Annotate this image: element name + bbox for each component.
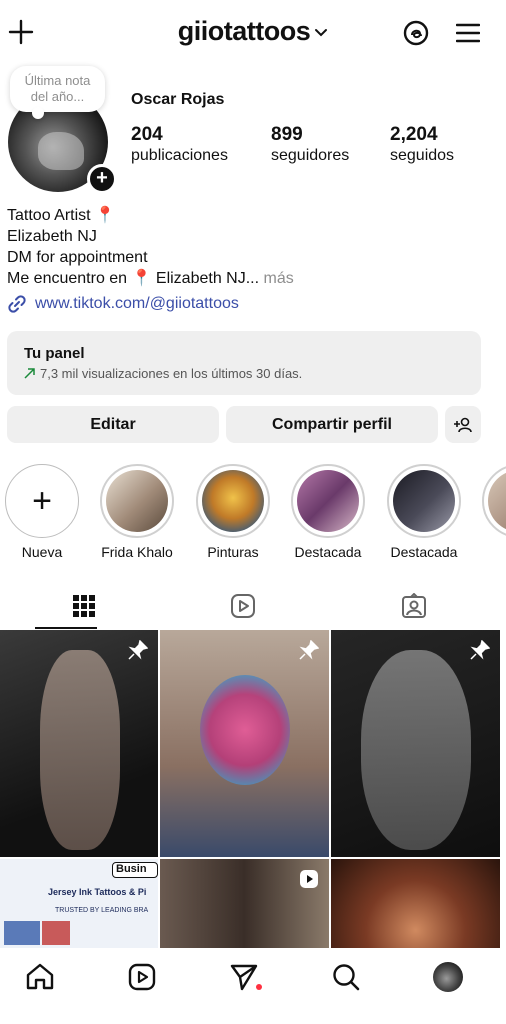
add-user-icon [454,417,472,433]
highlight-thumb [202,470,264,532]
panel-subtitle-row: 7,3 mil visualizaciones en los últimos 3… [24,366,481,381]
edit-profile-button[interactable]: Editar [7,406,219,443]
pin-icon [299,640,319,660]
highlight-ring [100,464,174,538]
highlight-label: De [482,544,506,560]
highlight-new-ring: + [5,464,79,538]
bio-line: Elizabeth NJ [7,228,97,245]
stat-value: 899 [271,124,303,145]
profile-link[interactable]: www.tiktok.com/@giiotattoos [7,294,239,314]
panel-title: Tu panel [24,345,85,362]
chevron-down-icon [315,28,328,37]
bio-line-last: Me encuentro en 📍 Elizabeth NJ... más [7,268,294,289]
bottom-navigation [0,948,506,1024]
threads-icon[interactable] [402,19,430,47]
bio-line: Me encuentro en 📍 Elizabeth NJ... [7,270,260,287]
top-header: giiotattoos [0,0,506,66]
pin-icon [470,640,490,660]
post-tile[interactable] [331,630,500,857]
tattoo-image [361,650,471,850]
add-story-icon[interactable]: + [87,164,117,194]
dashboard-panel[interactable]: Tu panel 7,3 mil visualizaciones en los … [7,331,481,395]
post-tile[interactable] [0,630,158,857]
grid-icon [73,595,95,617]
note-text: Última nota del año... [24,73,91,104]
messages-icon[interactable] [229,962,259,992]
post-photo [42,921,70,945]
tab-reels[interactable] [159,582,327,630]
link-text: www.tiktok.com/@giiotattoos [35,295,239,312]
highlight-item[interactable]: De [482,464,506,560]
reels-icon [300,870,318,888]
highlight-ring [291,464,365,538]
stat-posts[interactable]: 204 publicaciones [131,124,228,166]
highlight-item[interactable]: Pinturas [196,464,270,560]
highlight-ring [387,464,461,538]
panel-subtitle: 7,3 mil visualizaciones en los últimos 3… [40,366,303,381]
stat-label: seguidos [390,147,455,164]
post-photo [4,921,40,945]
highlight-ring [482,464,506,538]
add-user-button[interactable] [445,406,481,443]
reels-icon[interactable] [127,962,157,992]
posts-grid: Busin Jersey Ink Tattoos & Pi TRUSTED BY… [0,630,500,948]
post-tile[interactable] [160,630,329,857]
stat-value: 2,204 [390,124,438,145]
stat-following[interactable]: 2,204 seguidos [390,124,454,166]
story-highlights: + Nueva Frida Khalo Pinturas Destacada D… [0,464,506,564]
stat-followers[interactable]: 899 seguidores [271,124,349,166]
post-text: Busin [112,862,158,878]
highlight-label: Destacada [294,544,362,560]
highlight-thumb [297,470,359,532]
highlight-new[interactable]: + Nueva [5,464,79,560]
plus-icon: + [32,482,52,520]
post-text: Jersey Ink Tattoos & Pi [48,887,147,897]
highlight-item[interactable]: Frida Khalo [100,464,174,560]
post-tile[interactable]: Busin Jersey Ink Tattoos & Pi TRUSTED BY… [0,859,158,948]
link-icon [8,295,26,313]
highlight-label: Nueva [21,544,63,560]
post-tile[interactable] [160,859,329,948]
tagged-icon [402,593,426,618]
bio-line: Tattoo Artist 📍 [7,207,115,224]
highlight-label: Destacada [390,544,458,560]
reels-icon [231,594,255,618]
post-tile[interactable] [331,859,500,948]
highlight-label: Pinturas [207,544,259,560]
display-name: Oscar Rojas [131,91,225,108]
username-switcher[interactable]: giiotattoos [0,16,506,47]
profile-nav-item[interactable] [433,962,463,992]
highlight-label: Frida Khalo [101,544,173,560]
post-text: TRUSTED BY LEADING BRA [55,907,149,914]
highlight-thumb [106,470,168,532]
tattoo-image [200,675,290,785]
search-icon[interactable] [331,962,361,992]
bio-more-link[interactable]: más [264,270,294,287]
highlight-item[interactable]: Destacada [291,464,365,560]
notification-dot [256,984,262,990]
username-title: giiotattoos [177,16,311,46]
tab-tagged[interactable] [330,582,498,630]
hamburger-menu-icon[interactable] [456,22,480,44]
bio-line: DM for appointment [7,249,148,266]
highlight-ring [196,464,270,538]
tab-grid[interactable] [0,582,168,630]
home-icon[interactable] [25,962,55,992]
tab-active-indicator [35,627,97,629]
stat-label: seguidores [271,147,350,164]
pin-icon [128,640,148,660]
share-profile-button[interactable]: Compartir perfil [226,406,438,443]
profile-tabs [0,582,506,630]
stat-value: 204 [131,124,163,145]
trend-up-icon [24,368,35,379]
stat-label: publicaciones [131,147,228,164]
highlight-item[interactable]: Destacada [387,464,461,560]
bio: Tattoo Artist 📍 Elizabeth NJ DM for appo… [7,205,294,289]
note-bubble[interactable]: Última nota del año... [10,66,105,119]
tattoo-image [40,650,120,850]
profile-avatar [433,962,463,992]
highlight-thumb [488,470,506,532]
highlight-thumb [393,470,455,532]
